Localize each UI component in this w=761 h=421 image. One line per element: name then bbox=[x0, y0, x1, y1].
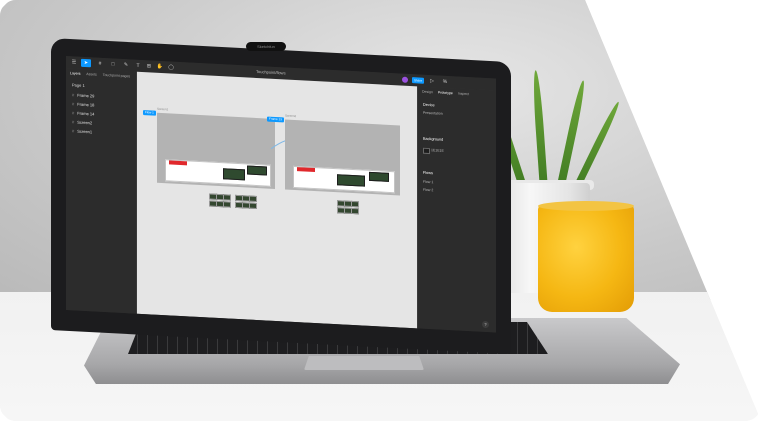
tab-prototype[interactable]: Prototype bbox=[438, 90, 453, 95]
frame-label[interactable]: Screen2 bbox=[285, 113, 296, 118]
flow-item[interactable]: Flow 1 bbox=[423, 180, 433, 185]
laptop-screen: ☰ ➤ # □ ✎ T ⊞ ✋ ◯ Touchpoint/flows Share… bbox=[66, 56, 496, 333]
image-tile[interactable] bbox=[369, 171, 389, 182]
thumbnail-grid[interactable] bbox=[337, 200, 359, 215]
pen-tool-icon[interactable]: ✎ bbox=[121, 61, 131, 70]
page-selector[interactable]: Page 1 bbox=[72, 82, 85, 88]
tab-layers[interactable]: Layers bbox=[70, 71, 81, 76]
thumbnail[interactable] bbox=[351, 207, 359, 215]
layer-item[interactable]: Screen1 bbox=[72, 128, 92, 135]
device-label: Device bbox=[423, 102, 435, 108]
zoom-level[interactable]: % bbox=[440, 78, 450, 87]
left-panel-tabs: Layers Assets Touchpoint pages bbox=[70, 71, 135, 78]
resources-icon[interactable]: ⊞ bbox=[145, 62, 153, 70]
background-label: Background bbox=[423, 136, 444, 142]
thumbnail[interactable] bbox=[351, 200, 359, 208]
share-button[interactable]: Share bbox=[412, 77, 424, 84]
alert-banner bbox=[297, 167, 315, 173]
right-panel-tabs: Design Prototype Inspect bbox=[422, 90, 473, 97]
shape-tool-icon[interactable]: □ bbox=[108, 60, 118, 69]
design-canvas[interactable]: Flow 1 Screen1 Frame 13 Screen2 bbox=[137, 71, 417, 329]
hand-tool-icon[interactable]: ✋ bbox=[156, 63, 164, 71]
layer-item[interactable]: Frame 14 bbox=[72, 110, 94, 117]
layers-panel: Layers Assets Touchpoint pages Page 1 Fr… bbox=[66, 68, 137, 314]
avatar[interactable] bbox=[402, 76, 408, 83]
move-tool-icon[interactable]: ➤ bbox=[81, 58, 91, 68]
help-button[interactable]: ? bbox=[482, 320, 489, 329]
frame-tool-icon[interactable]: # bbox=[95, 60, 105, 69]
document-title[interactable]: Touchpoint/flows bbox=[256, 68, 286, 78]
tab-pages[interactable]: Touchpoint pages bbox=[103, 73, 130, 78]
tab-assets[interactable]: Assets bbox=[86, 72, 97, 77]
frame-tag[interactable]: Frame 13 bbox=[267, 116, 284, 123]
tab-inspect[interactable]: Inspect bbox=[458, 92, 469, 97]
image-tile[interactable] bbox=[337, 174, 365, 187]
photo-background: Sketchfun ☰ ➤ # □ ✎ T ⊞ ✋ ◯ Touchpoint/f… bbox=[0, 0, 761, 421]
present-icon[interactable]: ▷ bbox=[428, 77, 436, 85]
mug-rim bbox=[538, 201, 634, 211]
comment-icon[interactable]: ◯ bbox=[167, 63, 175, 71]
tab-design[interactable]: Design bbox=[422, 90, 433, 95]
laptop-trackpad bbox=[304, 356, 424, 370]
flow-item[interactable]: Flow 2 bbox=[423, 188, 433, 193]
properties-panel: Design Prototype Inspect Device Presenta… bbox=[417, 86, 496, 333]
background-value[interactable]: 1E1E1E bbox=[431, 148, 444, 153]
layer-item[interactable]: Screen2 bbox=[72, 119, 92, 126]
layer-item[interactable]: Frame 29 bbox=[72, 92, 94, 99]
prototype-connection bbox=[270, 136, 344, 155]
flows-label: Flows bbox=[423, 170, 433, 176]
layer-item[interactable]: Frame 18 bbox=[72, 101, 94, 108]
background-swatch[interactable] bbox=[423, 147, 430, 155]
main-menu-icon[interactable]: ☰ bbox=[69, 58, 79, 67]
camera-notch: Sketchfun bbox=[246, 42, 286, 51]
yellow-mug bbox=[538, 204, 634, 312]
device-select[interactable]: Presentation bbox=[423, 111, 443, 116]
text-tool-icon[interactable]: T bbox=[134, 62, 142, 70]
